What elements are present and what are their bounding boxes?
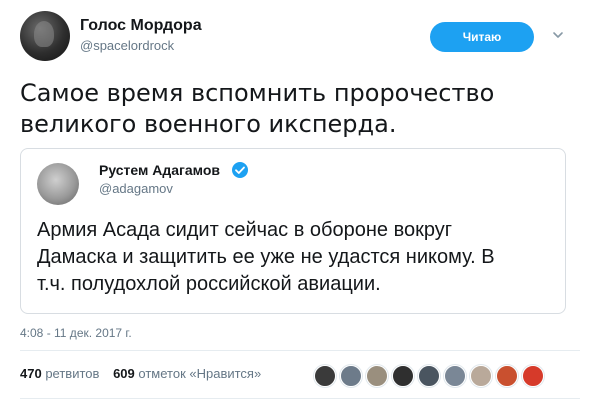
tweet-timestamp[interactable]: 4:08 - 11 дек. 2017 г.	[20, 326, 132, 340]
retweets-label: ретвитов	[45, 366, 100, 381]
likes-stat[interactable]: 609 отметок «Нравится»	[113, 366, 261, 381]
quoted-author-avatar	[37, 163, 79, 205]
quoted-text-line: Армия Асада сидит сейчас в обороне вокру…	[37, 219, 453, 241]
retweets-count: 470	[20, 366, 42, 381]
follow-button[interactable]: Читаю	[430, 22, 534, 52]
likes-count: 609	[113, 366, 135, 381]
author-handle[interactable]: @spacelordrock	[80, 38, 174, 53]
liker-avatar[interactable]	[340, 365, 362, 387]
liker-avatar[interactable]	[444, 365, 466, 387]
liker-avatar[interactable]	[418, 365, 440, 387]
liker-avatar[interactable]	[392, 365, 414, 387]
quoted-text: Армия Асада сидит сейчас в обороне вокру…	[37, 217, 552, 298]
liker-avatar[interactable]	[522, 365, 544, 387]
quoted-author-name: Рустем Адагамов	[99, 162, 220, 178]
liker-avatar[interactable]	[366, 365, 388, 387]
quoted-author-handle: @adagamov	[99, 181, 173, 196]
quoted-text-line: Дамаска и защитить ее уже не удастся ник…	[37, 246, 495, 268]
quoted-text-line: т.ч. полудохлой российской авиации.	[37, 273, 381, 295]
tweet-card: Голос Мордора @spacelordrock Читаю Самое…	[0, 0, 600, 405]
divider	[20, 398, 580, 399]
retweets-stat[interactable]: 470 ретвитов	[20, 366, 103, 381]
liker-avatar[interactable]	[470, 365, 492, 387]
chevron-down-icon[interactable]	[551, 28, 565, 42]
author-name[interactable]: Голос Мордора	[80, 17, 202, 35]
liker-avatar[interactable]	[314, 365, 336, 387]
quoted-tweet[interactable]: Рустем Адагамов @adagamov Армия Асада си…	[20, 148, 566, 314]
divider	[20, 350, 580, 351]
tweet-stats: 470 ретвитов 609 отметок «Нравится»	[20, 366, 271, 381]
tweet-text: Самое время вспомнить пророчество велико…	[20, 78, 580, 140]
tweet-text-line: великого военного иксперда.	[20, 110, 397, 138]
liker-avatars	[314, 365, 544, 389]
liker-avatar[interactable]	[496, 365, 518, 387]
likes-label: отметок «Нравится»	[138, 366, 262, 381]
tweet-text-line: Самое время вспомнить пророчество	[20, 79, 495, 107]
verified-badge-icon	[232, 162, 248, 178]
author-avatar[interactable]	[20, 11, 70, 61]
